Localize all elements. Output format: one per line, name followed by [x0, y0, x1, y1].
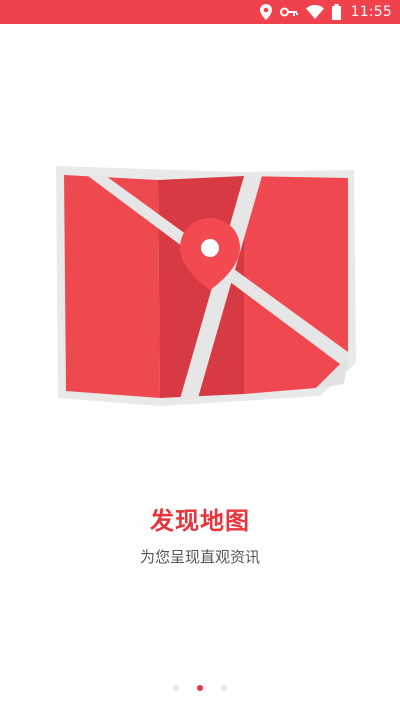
status-icons: 11:55: [259, 0, 392, 24]
page-dot-2-active[interactable]: [197, 685, 203, 691]
status-bar: 11:55: [0, 0, 400, 24]
key-icon: [279, 0, 298, 24]
onboarding-title: 发现地图: [150, 507, 250, 535]
location-icon: [259, 0, 272, 24]
page-indicator: [0, 684, 400, 692]
onboarding-subtitle: 为您呈现直观资讯: [139, 548, 260, 566]
status-time: 11:55: [350, 4, 392, 20]
page-dot-3[interactable]: [221, 685, 227, 691]
page-dot-1[interactable]: [173, 685, 179, 691]
map-illustration: [48, 158, 364, 418]
battery-icon: [331, 0, 341, 24]
wifi-icon: [305, 0, 324, 24]
